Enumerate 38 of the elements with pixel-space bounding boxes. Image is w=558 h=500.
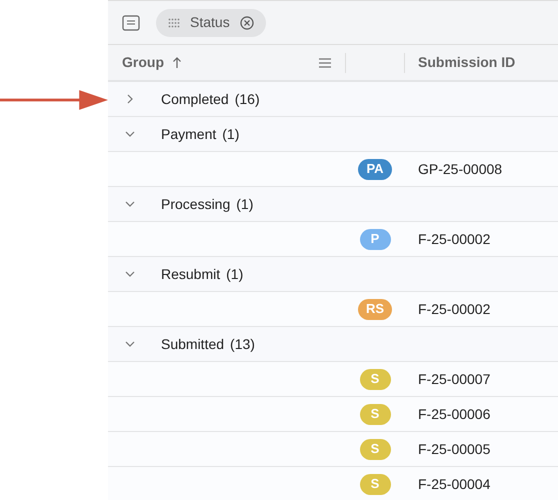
status-badge: RS xyxy=(358,298,392,320)
group-count: (13) xyxy=(230,334,255,354)
group-count: (1) xyxy=(226,264,244,284)
group-label: Submitted xyxy=(161,334,224,354)
status-badge: S xyxy=(360,404,390,424)
group-count: (1) xyxy=(222,124,240,144)
group-count: (16) xyxy=(234,90,260,109)
submission-id: F-25-00002 xyxy=(417,230,490,248)
group-label: Processing xyxy=(161,194,230,214)
group-count: (1) xyxy=(236,194,254,214)
status-badge: S xyxy=(360,438,390,460)
submission-id: F-25-00005 xyxy=(417,440,490,458)
group-row[interactable]: Submitted (13) xyxy=(108,327,558,362)
status-badge: P xyxy=(360,228,390,250)
chip-label: Status xyxy=(190,13,230,32)
group-row[interactable]: Resubmit (1) xyxy=(108,257,558,292)
arrow-up-icon[interactable] xyxy=(172,56,182,68)
submission-id: F-25-00007 xyxy=(417,370,490,388)
submission-id: F-25-00002 xyxy=(417,300,490,318)
list-icon[interactable] xyxy=(122,14,140,30)
group-row[interactable]: Processing (1) xyxy=(108,187,558,222)
close-icon[interactable] xyxy=(240,16,254,30)
group-label: Payment xyxy=(161,124,216,144)
group-row[interactable]: Payment (1) xyxy=(108,117,558,152)
column-header[interactable]: Group xyxy=(122,52,164,73)
drag-handle-icon[interactable] xyxy=(168,18,180,28)
group-label: Resubmit xyxy=(161,264,220,284)
submission-id: GP-25-00008 xyxy=(417,160,502,178)
menu-icon[interactable] xyxy=(319,58,331,68)
status-badge: PA xyxy=(358,158,392,180)
submission-id: F-25-00006 xyxy=(417,404,490,424)
group-row[interactable]: Completed (16) xyxy=(108,82,558,117)
column-header[interactable]: Submission ID xyxy=(418,54,516,70)
submission-id: F-25-00004 xyxy=(417,474,490,494)
group-label: Completed xyxy=(161,90,229,109)
status-badge: S xyxy=(360,368,390,390)
status-badge: S xyxy=(360,474,390,494)
status-chip[interactable]: Status xyxy=(156,8,266,36)
